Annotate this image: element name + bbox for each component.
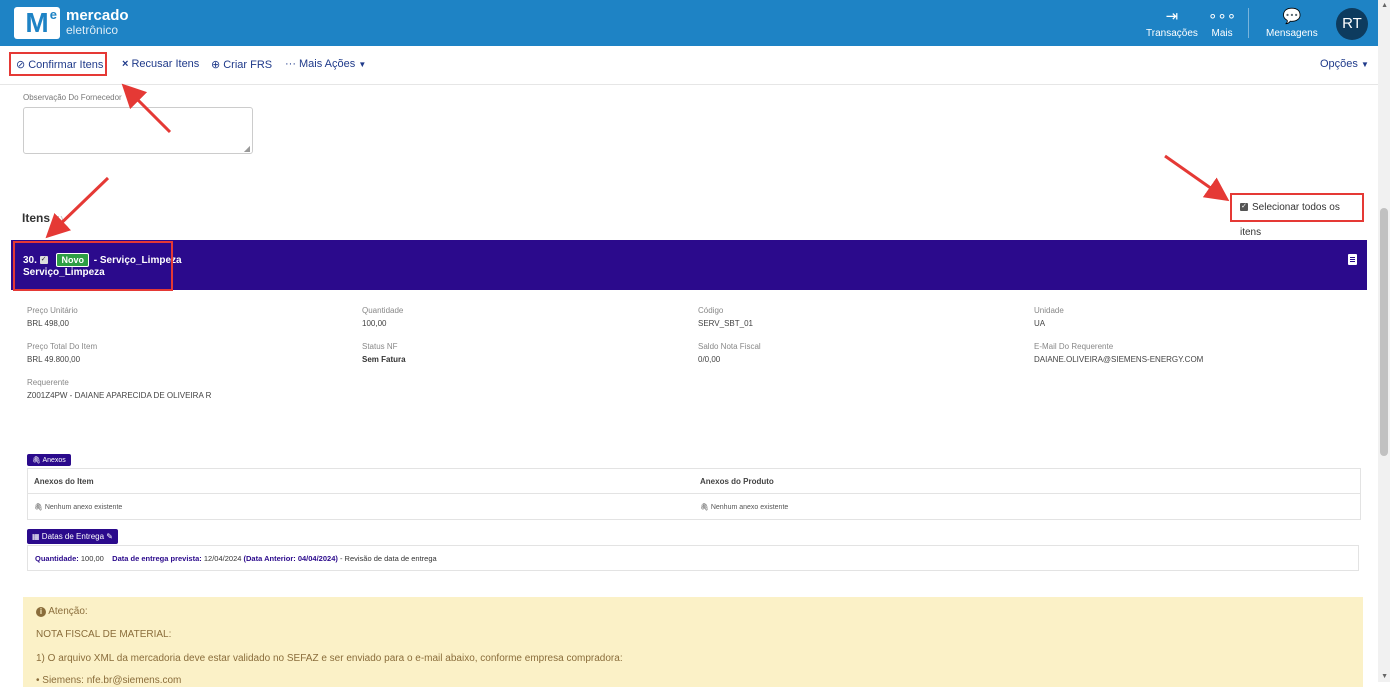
paperclip-icon: 🖇 xyxy=(34,504,43,511)
confirmar-highlight-box xyxy=(9,52,107,76)
anexos-produto-empty: 🖇 Nenhum anexo existente xyxy=(700,504,789,511)
field-unidade: Unidade UA xyxy=(1034,306,1064,328)
document-icon[interactable] xyxy=(1348,254,1357,265)
itens-heading: Itens (1) xyxy=(22,211,64,225)
anexos-item-header: Anexos do Item xyxy=(34,477,94,486)
criar-frs-button[interactable]: ⊕ Criar FRS xyxy=(211,58,272,71)
chat-icon: 💬 xyxy=(1282,8,1302,25)
field-saldo-nf: Saldo Nota Fiscal 0/0,00 xyxy=(698,342,761,364)
scroll-thumb[interactable] xyxy=(1380,208,1388,456)
atencao-line3: • Siemens: nfe.br@siemens.com xyxy=(36,675,182,686)
annotation-arrows xyxy=(45,83,1230,239)
logo-mark: Me xyxy=(14,7,60,39)
datas-entrega-button[interactable]: ▦ Datas de Entrega ✎ xyxy=(27,529,118,544)
field-codigo: Código SERV_SBT_01 xyxy=(698,306,753,328)
info-icon: i xyxy=(36,607,46,617)
page-scrollbar[interactable]: ▲ ▼ xyxy=(1378,0,1390,682)
itens-count: (1) xyxy=(53,215,64,224)
nav-transacoes[interactable]: ⇥ Transações xyxy=(1146,8,1198,39)
close-icon: × xyxy=(122,58,129,70)
paperclip-icon: 🖇 xyxy=(32,457,41,464)
opcoes-dropdown[interactable]: Opções ▼ xyxy=(1320,58,1369,70)
observacao-textarea[interactable]: ◢ xyxy=(23,107,253,154)
plus-circle-icon: ⊕ xyxy=(211,59,221,71)
observacao-label: Observação Do Fornecedor xyxy=(23,93,122,102)
resize-grip-icon[interactable]: ◢ xyxy=(244,144,250,153)
nav-mais[interactable]: ∘∘∘ Mais xyxy=(1208,8,1236,39)
anexos-item-empty: 🖇 Nenhum anexo existente xyxy=(34,504,123,511)
scroll-up-icon[interactable]: ▲ xyxy=(1381,2,1388,9)
caret-down-icon: ▼ xyxy=(1360,60,1369,69)
field-requerente: Requerente Z001Z4PW - DAIANE APARECIDA D… xyxy=(27,378,212,400)
atencao-title: i Atenção: xyxy=(36,606,88,617)
ellipsis-icon: ··· xyxy=(285,58,296,70)
edit-icon: ✎ xyxy=(106,532,113,541)
logo-line2: eletrônico xyxy=(66,23,119,37)
logo-line1: mercado xyxy=(66,7,129,24)
anexos-produto-header: Anexos do Produto xyxy=(700,477,774,486)
mercado-eletronico-logo[interactable]: Me mercado eletrônico xyxy=(14,6,129,40)
anexos-button[interactable]: 🖇 Anexos xyxy=(27,454,71,466)
atencao-alert: i Atenção: NOTA FISCAL DE MATERIAL: 1) O… xyxy=(23,597,1363,687)
arrow-to-select-all xyxy=(1164,154,1230,202)
entrega-row: Quantidade: 100,00 Data de entrega previ… xyxy=(27,545,1359,571)
header-divider xyxy=(1248,8,1249,38)
sign-in-icon: ⇥ xyxy=(1165,8,1179,25)
item-header-band[interactable]: 30. ✓ Novo - Serviço_Limpeza Serviço_Lim… xyxy=(11,240,1367,290)
calendar-icon: ▦ xyxy=(32,532,40,541)
recusar-itens-button[interactable]: × Recusar Itens xyxy=(122,58,199,70)
field-email-requerente: E-Mail Do Requerente DAIANE.OLIVEIRA@SIE… xyxy=(1034,342,1204,364)
paperclip-icon: 🖇 xyxy=(700,504,709,511)
atencao-line1: NOTA FISCAL DE MATERIAL: xyxy=(36,629,172,640)
mais-acoes-dropdown[interactable]: ··· Mais Ações ▼ xyxy=(285,58,366,70)
top-header: Me mercado eletrônico ⇥ Transações ∘∘∘ M… xyxy=(0,0,1378,46)
action-bar: ⊘ Confirmar Itens × Recusar Itens ⊕ Criar F… xyxy=(0,46,1378,85)
atencao-line2: 1) O arquivo XML da mercadoria deve esta… xyxy=(36,653,623,664)
scroll-down-icon[interactable]: ▼ xyxy=(1381,673,1388,680)
anexos-table: Anexos do Item Anexos do Produto 🖇 Nenhu… xyxy=(27,468,1361,520)
user-avatar[interactable]: RT xyxy=(1336,8,1368,40)
item-highlight-box xyxy=(13,241,173,291)
checkbox-checked-icon: ✓ xyxy=(1240,203,1248,212)
field-preco-total: Preço Total Do Item BRL 49.800,00 xyxy=(27,342,98,364)
field-preco-unitario: Preço Unitário BRL 498,00 xyxy=(27,306,78,328)
select-all-checkbox[interactable]: ✓ Selecionar todos os itens xyxy=(1230,193,1364,238)
field-quantidade: Quantidade 100,00 xyxy=(362,306,404,328)
dots-icon: ∘∘∘ xyxy=(1208,8,1237,25)
caret-down-icon: ▼ xyxy=(358,60,367,69)
nav-mensagens[interactable]: 💬 Mensagens xyxy=(1266,8,1318,39)
field-status-nf: Status NF Sem Fatura xyxy=(362,342,406,364)
